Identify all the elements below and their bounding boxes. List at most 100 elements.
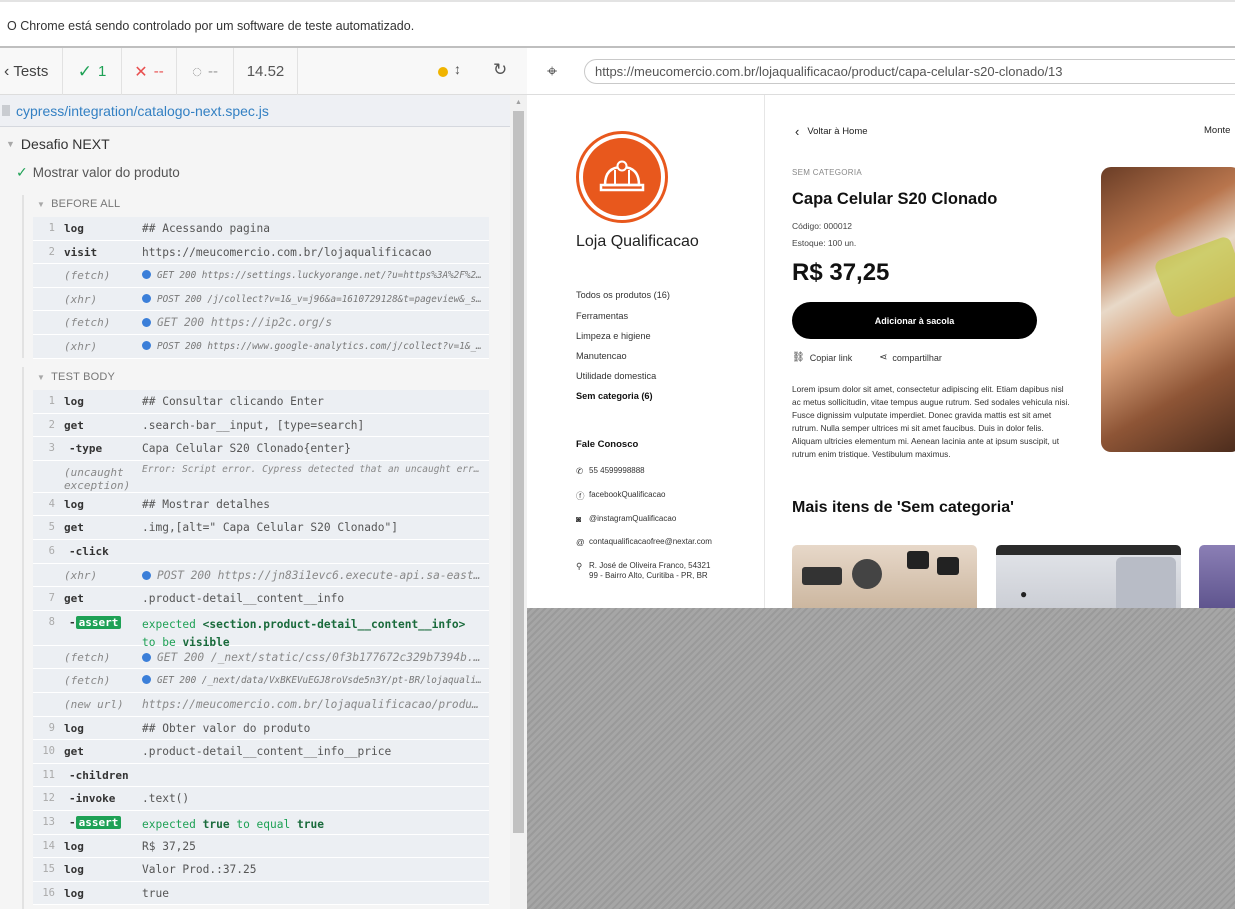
- instagram-icon: ◙: [576, 514, 582, 524]
- back-home-label: Voltar à Home: [807, 126, 868, 137]
- store-logo[interactable]: [576, 131, 668, 223]
- command-row[interactable]: (fetch) GET 200 /_next/data/VxBKEVuEGJ8ro…: [33, 669, 489, 693]
- rerun-icon[interactable]: ↻: [493, 60, 507, 80]
- command-name: log: [64, 839, 84, 853]
- command-message: GET 200 https://ip2c.org/s: [142, 316, 484, 329]
- command-row[interactable]: (xhr) POST 200 https://jn83i1evc6.execute…: [33, 564, 489, 588]
- command-number: 6: [48, 544, 55, 557]
- related-card[interactable]: [792, 545, 977, 608]
- command-row[interactable]: 9 log ## Obter valor do produto: [33, 717, 489, 741]
- contact-instagram[interactable]: ◙ @instagramQualificacao: [576, 514, 676, 524]
- test-title[interactable]: ✓ Mostrar valor do produto: [16, 162, 180, 182]
- instagram-text: @instagramQualificacao: [589, 514, 677, 523]
- command-name: -children: [69, 768, 129, 782]
- suite-name: Desafio NEXT: [20, 136, 110, 152]
- category-item[interactable]: Todos os produtos (16): [576, 290, 670, 300]
- passed-count: ✓ 1: [63, 48, 122, 95]
- command-row[interactable]: (uncaught exception) Error: Script error. …: [33, 461, 489, 493]
- related-card[interactable]: [1199, 545, 1235, 608]
- category-item[interactable]: Limpeza e higiene: [576, 331, 651, 341]
- command-row[interactable]: 3 -type Capa Celular S20 Clonado{enter}: [33, 437, 489, 461]
- command-number: 4: [48, 497, 55, 510]
- command-number: 11: [42, 768, 55, 781]
- category-item[interactable]: Manutencao: [576, 351, 627, 361]
- contact-facebook[interactable]: ⓕ facebookQualificacao: [576, 490, 666, 502]
- command-row[interactable]: 1 log ## Consultar clicando Enter: [33, 390, 489, 414]
- command-row[interactable]: 11 -children: [33, 764, 489, 788]
- command-row[interactable]: (new url) https://meucomercio.com.br/loja…: [33, 693, 489, 717]
- tests-button[interactable]: ‹ Tests: [0, 48, 63, 95]
- contact-email[interactable]: @ contaqualificacaofree@nextar.com: [576, 537, 712, 547]
- contact-address: ⚲ R. José de Oliveira Franco, 54321 99 -…: [576, 561, 710, 581]
- failed-value: --: [153, 63, 164, 80]
- command-row[interactable]: 16 log true: [33, 882, 489, 906]
- command-row[interactable]: 2 visit https://meucomercio.com.br/lojaqua…: [33, 241, 489, 265]
- scrollbar-thumb[interactable]: [513, 111, 524, 833]
- command-row[interactable]: 5 get .img,[alt=" Capa Celular S20 Clonado…: [33, 516, 489, 540]
- command-name: log: [64, 886, 84, 900]
- automation-infobar: O Chrome está sendo controlado por um so…: [0, 0, 1235, 48]
- caret-down-icon: ▼: [37, 372, 46, 382]
- command-message: .search-bar__input, [type=search]: [142, 418, 365, 432]
- selector-playground-icon[interactable]: ⌖: [547, 61, 557, 82]
- category-item[interactable]: Utilidade domestica: [576, 371, 656, 381]
- monte-link[interactable]: Monte: [1204, 125, 1230, 136]
- related-card[interactable]: ●: [996, 545, 1181, 608]
- command-row[interactable]: 2 get .search-bar__input, [type=search]: [33, 414, 489, 438]
- command-row[interactable]: 8- assert expected <section.product-detail…: [33, 611, 489, 649]
- command-row[interactable]: 13 - assert expected true to equal true: [33, 811, 489, 835]
- store-name: Loja Qualificacao: [576, 233, 699, 250]
- hook-before-all[interactable]: ▼ BEFORE ALL: [37, 195, 120, 213]
- copy-link-label: Copiar link: [809, 352, 853, 363]
- command-row[interactable]: (fetch) GET 200 /_next/static/css/0f3b177…: [33, 646, 489, 670]
- apple-icon: ●: [1020, 587, 1028, 601]
- command-number: 3: [48, 442, 55, 455]
- command-event: (fetch): [64, 650, 111, 664]
- hook-test-body[interactable]: ▼ TEST BODY: [37, 368, 115, 386]
- reporter-scrollbar[interactable]: ▲: [510, 95, 527, 909]
- copy-link-button[interactable]: ⛓ Copiar link: [792, 352, 852, 363]
- command-message: .text(): [142, 792, 190, 806]
- command-row[interactable]: 10 get .product-detail__content__info__pri…: [33, 740, 489, 764]
- scroll-up-icon[interactable]: ▲: [515, 99, 522, 106]
- back-home-link[interactable]: ‹ Voltar à Home: [795, 124, 868, 139]
- command-message: POST 200 /j/collect?v=1&_v=j96&a=1610729…: [142, 293, 484, 305]
- phone-text: 55 4599998888: [589, 466, 645, 475]
- command-name: -click: [69, 544, 109, 558]
- command-number: 2: [48, 245, 55, 258]
- command-row[interactable]: 12 -invoke .text(): [33, 787, 489, 811]
- category-item[interactable]: Sem categoria (6): [576, 391, 653, 401]
- command-row[interactable]: (fetch) GET 200 https://settings.luckyora…: [33, 264, 489, 288]
- add-to-bag-button[interactable]: Adicionar à sacola: [792, 302, 1037, 339]
- autoscroll-toggle-icon[interactable]: ↕: [454, 61, 461, 77]
- command-message: ## Mostrar detalhes: [142, 497, 270, 511]
- command-row[interactable]: 1 log ## Acessando pagina: [33, 217, 489, 241]
- command-row[interactable]: 7 get .product-detail__content__info: [33, 587, 489, 611]
- aut-container: Loja Qualificacao Todos os produtos (16)…: [527, 95, 1235, 909]
- command-name: - assert: [69, 815, 122, 829]
- command-row[interactable]: 4 log ## Mostrar detalhes: [33, 493, 489, 517]
- contact-phone[interactable]: ✆ 55 4599998888: [576, 466, 645, 477]
- command-row[interactable]: 6 -click: [33, 540, 489, 564]
- product-image[interactable]: [1101, 167, 1235, 452]
- command-row[interactable]: (fetch) GET 200 https://ip2c.org/s: [33, 311, 489, 335]
- command-row[interactable]: (xhr) POST 200 https://www.google-analyti…: [33, 335, 489, 359]
- command-row[interactable]: 14 log R$ 37,25: [33, 835, 489, 859]
- suite-title[interactable]: ▼ Desafio NEXT: [0, 133, 510, 155]
- command-row[interactable]: 15 log Valor Prod.:37.25: [33, 858, 489, 882]
- aut-url-bar[interactable]: https://meucomercio.com.br/lojaqualifica…: [584, 59, 1235, 84]
- command-name: -invoke: [69, 792, 116, 806]
- category-item[interactable]: Ferramentas: [576, 311, 628, 321]
- request-status-icon: [142, 270, 151, 280]
- command-message: Valor Prod.:37.25: [142, 863, 257, 877]
- product-category: SEM CATEGORIA: [792, 168, 862, 177]
- x-icon: ✕: [134, 63, 148, 81]
- running-indicator-icon: [438, 67, 448, 77]
- command-event: (uncaught exception): [64, 465, 131, 492]
- spec-file-bar: cypress/integration/catalogo-next.spec.j…: [0, 95, 510, 127]
- facebook-text: facebookQualificacao: [589, 490, 666, 499]
- duration: 14.52: [234, 48, 298, 95]
- spec-path-link[interactable]: cypress/integration/catalogo-next.spec.j…: [16, 103, 269, 119]
- command-row[interactable]: (xhr) POST 200 /j/collect?v=1&_v=j96&a=16…: [33, 288, 489, 312]
- share-button[interactable]: ⋖ compartilhar: [879, 352, 942, 363]
